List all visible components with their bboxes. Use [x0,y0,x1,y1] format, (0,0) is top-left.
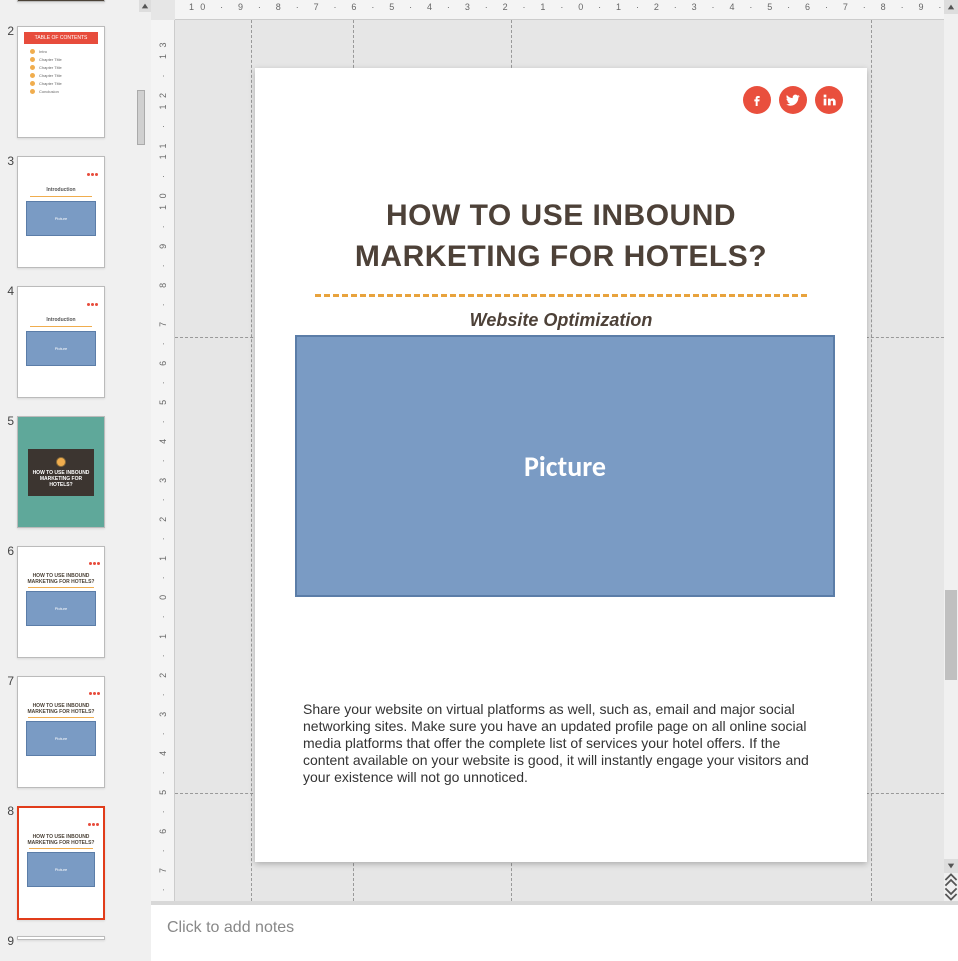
slide-title[interactable]: HOW TO USE INBOUND MARKETING FOR HOTELS? [295,196,827,277]
notes-pane[interactable]: Click to add notes [151,901,958,961]
slide-canvas[interactable]: HOW TO USE INBOUND MARKETING FOR HOTELS?… [175,20,944,901]
thumbnail-slide[interactable]: HOW TO USE INBOUND MARKETING FOR HOTELS?… [17,676,105,788]
thumbnail-slide[interactable] [17,0,105,2]
slide-thumbnail[interactable]: 6HOW TO USE INBOUND MARKETING FOR HOTELS… [2,546,105,658]
picture-placeholder[interactable]: Picture [295,335,835,597]
thumbnail-panel: 2TABLE OF CONTENTSIntroChapter TitleChap… [0,0,151,961]
scroll-thumb[interactable] [945,590,957,680]
slide-page[interactable]: HOW TO USE INBOUND MARKETING FOR HOTELS?… [255,68,867,862]
thumbnail-number: 8 [2,804,14,818]
notes-placeholder: Click to add notes [167,919,294,936]
thumbnail-number: 3 [2,154,14,168]
guide-line[interactable] [251,20,252,901]
previous-slide-button[interactable] [944,873,958,887]
linkedin-icon[interactable] [815,86,843,114]
thumbnail-number: 4 [2,284,14,298]
thumbnail-number: 6 [2,544,14,558]
social-icons [743,86,843,114]
slide-thumbnail[interactable]: 4IntroductionPicture [2,286,105,398]
editor-vertical-scrollbar[interactable] [944,0,958,901]
facebook-icon[interactable] [743,86,771,114]
scroll-down-button[interactable] [944,859,958,873]
slide-body-text[interactable]: Share your website on virtual platforms … [303,701,819,786]
slide-thumbnail[interactable]: 2TABLE OF CONTENTSIntroChapter TitleChap… [2,26,105,138]
thumbnail-slide[interactable]: HOW TO USE INBOUND MARKETING FOR HOTELS?… [17,806,105,920]
thumbnail-slide[interactable] [17,936,105,940]
vertical-ruler: 13 · 12 · 11 · 10 · 9 · 8 · 7 · 6 · 5 · … [151,20,175,901]
thumbnail-slide[interactable]: IntroductionPicture [17,156,105,268]
slide-thumbnail[interactable]: 5HOW TO USE INBOUND MARKETING FOR HOTELS… [2,416,105,528]
slide-editor: 10 · 9 · 8 · 7 · 6 · 5 · 4 · 3 · 2 · 1 ·… [151,0,958,901]
thumbnail-slide[interactable]: HOW TO USE INBOUND MARKETING FOR HOTELS?… [17,546,105,658]
next-slide-button[interactable] [944,887,958,901]
thumbnail-number: 7 [2,674,14,688]
thumbnail-slide[interactable]: TABLE OF CONTENTSIntroChapter TitleChapt… [17,26,105,138]
slide-thumbnail[interactable]: 8HOW TO USE INBOUND MARKETING FOR HOTELS… [2,806,105,920]
thumbnail-number: 2 [2,24,14,38]
slide-thumbnail[interactable]: 7HOW TO USE INBOUND MARKETING FOR HOTELS… [2,676,105,788]
scroll-up-button[interactable] [944,0,958,14]
horizontal-ruler: 10 · 9 · 8 · 7 · 6 · 5 · 4 · 3 · 2 · 1 ·… [175,0,944,20]
thumb-scroll-up-button[interactable] [139,0,151,12]
slide-subtitle[interactable]: Website Optimization [255,310,867,331]
slide-thumbnail[interactable]: 3IntroductionPicture [2,156,105,268]
title-divider [315,294,807,297]
thumbnail-number: 9 [2,934,14,948]
thumbnail-number: 5 [2,414,14,428]
thumbnail-slide[interactable]: IntroductionPicture [17,286,105,398]
slide-thumbnail[interactable] [2,0,105,2]
panel-splitter[interactable] [137,90,145,145]
thumbnail-slide[interactable]: HOW TO USE INBOUND MARKETING FOR HOTELS? [17,416,105,528]
slide-thumbnail[interactable]: 9 [2,936,105,948]
twitter-icon[interactable] [779,86,807,114]
guide-line[interactable] [871,20,872,901]
